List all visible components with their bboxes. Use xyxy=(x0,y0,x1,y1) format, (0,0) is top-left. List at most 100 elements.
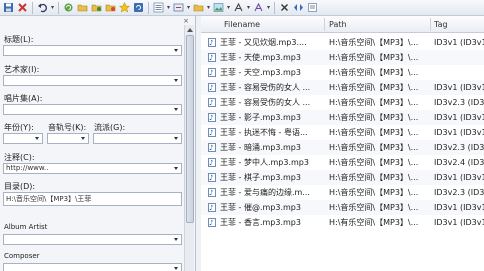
tag-cell: ID3v1 (ID3v1 xyxy=(434,173,484,182)
tag-cell: ID3v2.3 (ID3 xyxy=(434,188,484,197)
composer-field[interactable] xyxy=(3,263,182,271)
path-cell: H:\音乐空间\【MP3】\... xyxy=(329,158,419,167)
close-icon[interactable] xyxy=(278,1,291,14)
scrollbar-thumb[interactable] xyxy=(186,35,194,223)
image-dropdown-icon[interactable]: ▾ xyxy=(226,4,231,11)
chevron-down-icon[interactable] xyxy=(173,165,180,172)
undo-dropdown-icon[interactable]: ▾ xyxy=(50,4,55,11)
list-dropdown-icon[interactable]: ▾ xyxy=(166,4,171,11)
directory-field[interactable]: H:\音乐空间\【MP3】\王菲 xyxy=(3,192,182,206)
delete-icon[interactable] xyxy=(16,1,29,14)
tag-cell: ID3v1 (ID3v1 xyxy=(434,203,484,212)
image-icon[interactable] xyxy=(212,1,225,14)
font-icon[interactable] xyxy=(252,1,265,14)
filename-cell: 王菲 - 影子.mp3.mp3 xyxy=(220,113,301,122)
music-file-icon xyxy=(208,111,216,126)
track-field[interactable] xyxy=(47,133,89,144)
music-file-icon xyxy=(208,186,216,201)
text-format-icon[interactable] xyxy=(232,1,245,14)
folder-icon[interactable] xyxy=(192,1,205,14)
column-divider[interactable] xyxy=(430,18,431,31)
filename-cell: 王菲 - 又见炊烟.mp3.... xyxy=(220,38,307,47)
composer-label: Composer xyxy=(4,252,40,260)
filename-cell: 王菲 - 棋子.mp3.mp3 xyxy=(220,173,301,182)
table-row[interactable]: 王菲 - 容易受伤的女人 ... H:\音乐空间\【MP3】\... ID3v1 (… xyxy=(201,80,484,96)
chevron-down-icon[interactable] xyxy=(173,135,180,142)
text-dropdown-icon[interactable]: ▾ xyxy=(246,4,251,11)
tag-panel-scrollbar[interactable] xyxy=(184,25,194,271)
music-file-icon xyxy=(208,66,216,81)
chevron-down-icon[interactable] xyxy=(173,265,180,271)
folder-star-icon[interactable] xyxy=(104,1,117,14)
table-row[interactable]: 王菲 - 天使.mp3.mp3 H:\音乐空间\【MP3】\... xyxy=(201,50,484,66)
save-icon[interactable] xyxy=(2,1,15,14)
path-cell: H:\音乐空间\【MP3】\... xyxy=(329,173,419,182)
open-folder-icon[interactable] xyxy=(76,1,89,14)
table-row[interactable]: 王菲 - 香言.mp3.mp3 H:\有乐空间\【MP3】\... ID3v1 (I… xyxy=(201,215,484,231)
artist-field[interactable] xyxy=(3,75,182,86)
music-file-icon xyxy=(208,126,216,141)
filename-cell: 王菲 - 催@.mp3.mp3 xyxy=(220,203,301,212)
path-cell: H:\音乐空间\【MP3】\... xyxy=(329,38,419,47)
column-header-tag[interactable]: Tag xyxy=(434,20,448,29)
path-cell: H:\有乐空间\【MP3】\... xyxy=(329,218,419,227)
chevron-down-icon[interactable] xyxy=(173,77,180,84)
music-file-icon xyxy=(208,81,216,96)
star-icon[interactable] xyxy=(118,1,131,14)
filename-cell: 王菲 - 容易受伤的女人 ... xyxy=(220,98,311,107)
chevron-down-icon[interactable] xyxy=(173,106,180,113)
table-row[interactable]: 王菲 - 天空.mp3.mp3 H:\音乐空间\【MP3】\... xyxy=(201,65,484,81)
artist-label: 艺术家(I): xyxy=(4,65,40,74)
chevron-down-icon[interactable] xyxy=(173,236,180,243)
scroll-up-icon[interactable] xyxy=(187,28,193,32)
tag-cell: ID3v2.4 (ID3 xyxy=(434,158,484,167)
toolbar-separator xyxy=(148,1,149,14)
chevron-down-icon[interactable] xyxy=(173,47,180,54)
font-dropdown-icon[interactable]: ▾ xyxy=(266,4,271,11)
music-file-icon xyxy=(208,156,216,171)
reload-icon[interactable] xyxy=(132,1,145,14)
table-row[interactable]: 王菲 - 执迷不悔 - 粤语... H:\音乐空间\【MP3】\... ID3v1 … xyxy=(201,125,484,141)
file-list: Filename Path Tag 王菲 - 又见炊烟.mp3.... H:\音乐… xyxy=(201,16,484,271)
table-row[interactable]: 王菲 - 影子.mp3.mp3 H:\音乐空间\【MP3】\... ID3v1 (I… xyxy=(201,110,484,126)
tag-dropdown-icon[interactable]: ▾ xyxy=(186,4,191,11)
file-list-header: Filename Path Tag xyxy=(201,16,484,33)
genre-field[interactable] xyxy=(93,133,182,144)
panel-close-icon[interactable]: × xyxy=(183,17,189,25)
column-header-filename[interactable]: Filename xyxy=(224,20,260,29)
table-row[interactable]: 王菲 - 容易受伤的女人 ... H:\音乐空间\【MP3】\... ID3v2.3… xyxy=(201,95,484,111)
path-cell: H:\音乐空间\【MP3】\... xyxy=(329,98,419,107)
chevron-down-icon[interactable] xyxy=(80,135,87,142)
folder-add-icon[interactable] xyxy=(90,1,103,14)
table-row[interactable]: 王菲 - 棋子.mp3.mp3 H:\音乐空间\【MP3】\... ID3v1 (I… xyxy=(201,170,484,186)
table-row[interactable]: 王菲 - 爱与痛的边缘.m... H:\音乐空间\【MP3】\... ID3v2.3… xyxy=(201,185,484,201)
path-cell: H:\音乐空间\【MP3】\... xyxy=(329,68,419,77)
genre-label: 流派(G): xyxy=(94,123,126,132)
list-icon[interactable] xyxy=(152,1,165,14)
filename-cell: 王菲 - 爱与痛的边缘.m... xyxy=(220,188,310,197)
table-row[interactable]: 王菲 - 催@.mp3.mp3 H:\音乐空间\【MP3】\... ID3v1 (I… xyxy=(201,200,484,216)
title-label: 标题(L): xyxy=(4,35,34,44)
tag-convert-icon[interactable] xyxy=(172,1,185,14)
table-row[interactable]: 王菲 - 又见炊烟.mp3.... H:\音乐空间\【MP3】\... ID3v1 … xyxy=(201,35,484,51)
year-field[interactable] xyxy=(3,133,43,144)
toolbar-separator xyxy=(32,1,33,14)
album-field[interactable] xyxy=(3,104,182,115)
flip-icon[interactable] xyxy=(292,1,305,14)
table-row[interactable]: 王菲 - 暗涌.mp3.mp3 H:\音乐空间\【MP3】\... ID3v2.3 … xyxy=(201,140,484,156)
column-divider[interactable] xyxy=(324,18,325,31)
table-row[interactable]: 王菲 - 梦中人.mp3.mp3 H:\音乐空间\【MP3】\... ID3v2.4… xyxy=(201,155,484,171)
path-cell: H:\音乐空间\【MP3】\... xyxy=(329,113,419,122)
filename-cell: 王菲 - 香言.mp3.mp3 xyxy=(220,218,301,227)
music-file-icon xyxy=(208,96,216,111)
folder-dropdown-icon[interactable]: ▾ xyxy=(206,4,211,11)
refresh-icon[interactable] xyxy=(62,1,75,14)
column-header-path[interactable]: Path xyxy=(329,20,347,29)
filename-cell: 王菲 - 暗涌.mp3.mp3 xyxy=(220,143,301,152)
undo-icon[interactable] xyxy=(36,1,49,14)
help-icon[interactable] xyxy=(306,1,319,14)
title-field[interactable] xyxy=(3,45,182,56)
comment-field[interactable]: http://www.. xyxy=(3,163,182,174)
album-artist-field[interactable] xyxy=(3,234,182,245)
chevron-down-icon[interactable] xyxy=(34,135,41,142)
